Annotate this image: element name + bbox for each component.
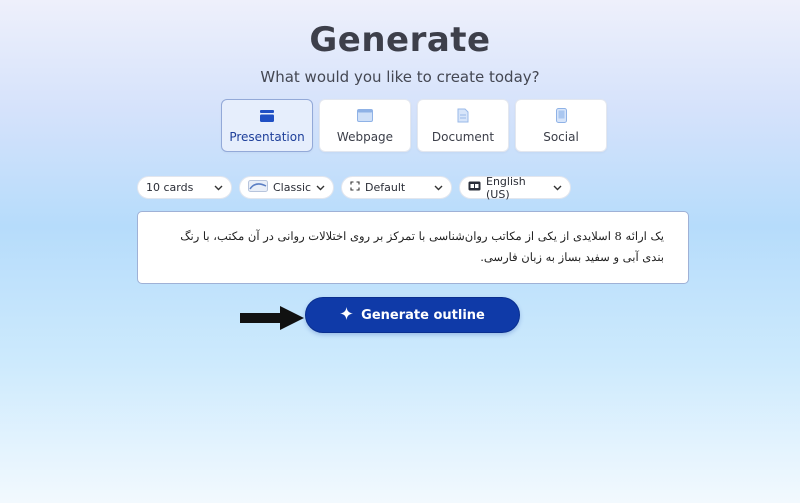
type-social-label: Social (543, 129, 579, 144)
language-select[interactable]: English (US) (459, 174, 571, 201)
type-presentation-card[interactable]: Presentation (221, 99, 313, 152)
prompt-input[interactable]: یک ارائه 8 اسلایدی از یکی از مکاتب روان‌… (137, 211, 689, 284)
layout-select[interactable]: Default (341, 176, 452, 199)
content-type-selector: Presentation Webpage Document Social (221, 99, 607, 152)
type-webpage-card[interactable]: Webpage (319, 99, 411, 152)
type-presentation-label: Presentation (229, 129, 305, 144)
chevron-down-icon (214, 185, 223, 191)
card-count-select[interactable]: 10 cards (137, 176, 232, 199)
type-webpage-label: Webpage (336, 129, 394, 144)
arrow-right-icon (240, 306, 304, 334)
sparkle-icon (340, 306, 354, 324)
generate-outline-label: Generate outline (361, 307, 485, 323)
chevron-down-icon (316, 185, 325, 191)
theme-thumbnail-icon (248, 180, 268, 195)
type-social-card[interactable]: Social (515, 99, 607, 152)
document-icon (457, 108, 469, 124)
generation-options: 10 cards Classic Default English (US) (137, 174, 571, 201)
page-subtitle: What would you like to create today? (260, 68, 540, 86)
generate-outline-button[interactable]: Generate outline (305, 297, 520, 333)
chevron-down-icon (434, 185, 443, 191)
chevron-down-icon (553, 185, 562, 191)
type-document-card[interactable]: Document (417, 99, 509, 152)
theme-value: Classic (273, 181, 312, 194)
social-icon (555, 108, 567, 124)
expand-icon (350, 181, 360, 194)
page-title: Generate (309, 20, 491, 60)
theme-select[interactable]: Classic (239, 176, 334, 199)
layout-value: Default (365, 181, 406, 194)
language-icon (468, 181, 481, 194)
type-document-label: Document (431, 129, 495, 144)
presentation-icon (259, 108, 275, 124)
webpage-icon (357, 108, 373, 124)
language-value: English (US) (486, 174, 526, 201)
card-count-value: 10 cards (146, 181, 194, 194)
